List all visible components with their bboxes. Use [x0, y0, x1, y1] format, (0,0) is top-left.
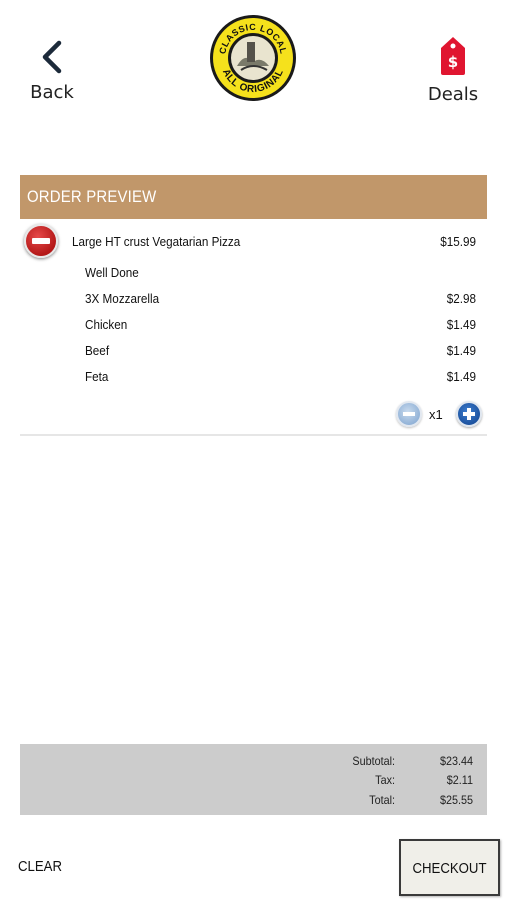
- total-value: $25.55: [439, 793, 473, 807]
- topping-price: $1.49: [446, 343, 476, 358]
- decrease-quantity-button[interactable]: [396, 401, 422, 427]
- increase-quantity-button[interactable]: [456, 401, 482, 427]
- order-preview-title: ORDER PREVIEW: [27, 187, 157, 206]
- topping-name: Beef: [85, 343, 110, 358]
- topping-price: $2.98: [446, 291, 476, 306]
- back-button[interactable]: Back: [22, 40, 82, 103]
- item-divider: [20, 434, 487, 436]
- checkout-button[interactable]: CHECKOUT: [399, 839, 500, 896]
- chevron-left-icon: [42, 40, 62, 74]
- topping-price: $1.49: [446, 369, 476, 384]
- deals-button[interactable]: $ Deals: [423, 36, 483, 105]
- clear-button[interactable]: CLEAR: [18, 858, 62, 875]
- topping-price: $1.49: [446, 317, 476, 332]
- topping-name: Chicken: [85, 317, 128, 332]
- total-label: Total:: [369, 793, 395, 807]
- remove-item-button[interactable]: [24, 224, 58, 258]
- topping-name: 3X Mozzarella: [85, 291, 160, 306]
- topping-name: Well Done: [85, 265, 139, 280]
- order-preview-header: ORDER PREVIEW: [20, 175, 487, 219]
- back-label: Back: [30, 82, 74, 103]
- subtotal-value: $23.44: [439, 754, 473, 768]
- order-totals-panel: Subtotal: $23.44 Tax: $2.11 Total: $25.5…: [20, 744, 487, 815]
- item-price: $15.99: [440, 234, 476, 249]
- checkout-label: CHECKOUT: [412, 860, 487, 877]
- tax-label: Tax:: [375, 773, 395, 787]
- restaurant-logo: CLASSIC LOCAL ALL ORIGINAL: [207, 12, 299, 104]
- subtotal-label: Subtotal:: [352, 754, 395, 768]
- quantity-value: x1: [429, 407, 443, 422]
- item-name: Large HT crust Vegatarian Pizza: [72, 234, 241, 249]
- deals-tag-symbol: $: [448, 53, 458, 71]
- tax-value: $2.11: [446, 773, 473, 787]
- price-tag-icon: $: [441, 37, 465, 75]
- deals-label: Deals: [427, 84, 479, 105]
- topping-name: Feta: [85, 369, 109, 384]
